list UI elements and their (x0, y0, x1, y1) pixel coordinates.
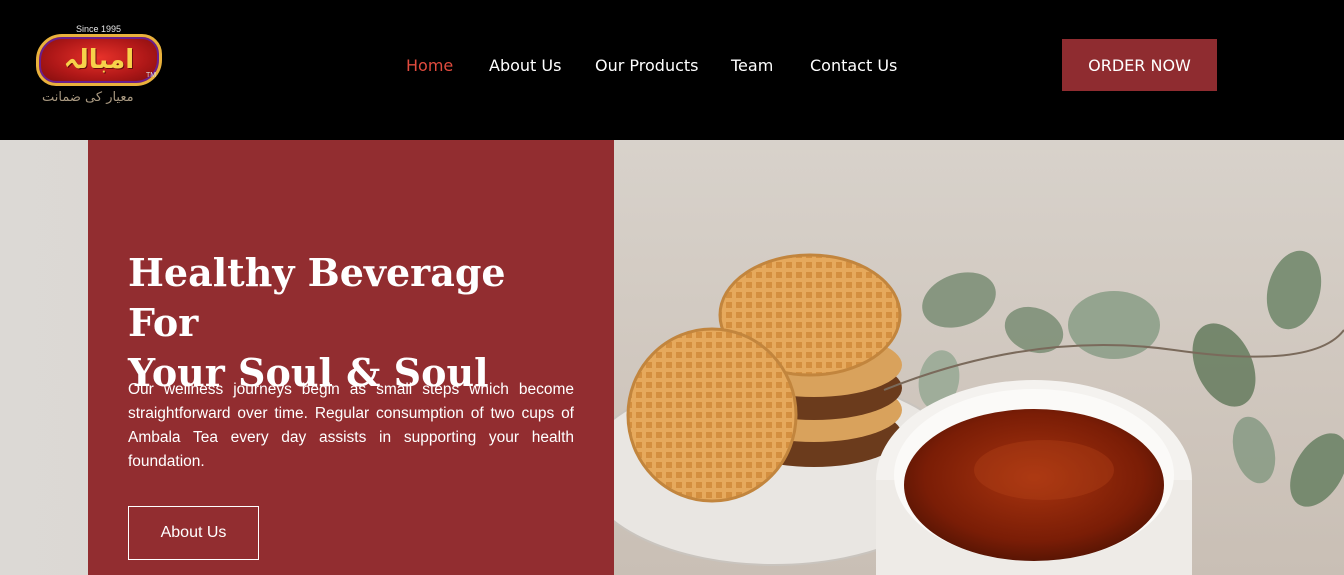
hero-headline-line1: Healthy Beverage For (128, 250, 506, 345)
logo-since-text: Since 1995 (76, 24, 122, 34)
hero-headline: Healthy Beverage For Your Soul & Soul (128, 248, 588, 398)
brand-logo[interactable]: Since 1995 امبالہ TM معیار کی ضمانت (32, 22, 168, 108)
hero-description: Our wellness journeys begin as small ste… (128, 381, 574, 470)
hero-section: Healthy Beverage For Your Soul & Soul Ou… (0, 140, 1344, 575)
hero-content-panel: Healthy Beverage For Your Soul & Soul Ou… (88, 140, 614, 575)
logo-trademark: TM (146, 72, 157, 79)
nav-home[interactable]: Home (406, 56, 453, 75)
logo-badge: امبالہ (36, 34, 162, 86)
site-header: Since 1995 امبالہ TM معیار کی ضمانت Home… (0, 0, 1344, 140)
hero-image-tea-and-waffles (614, 140, 1344, 575)
nav-about-us[interactable]: About Us (489, 56, 561, 75)
logo-tagline: معیار کی ضمانت (42, 90, 134, 105)
nav-our-products[interactable]: Our Products (595, 56, 698, 75)
order-now-button[interactable]: ORDER NOW (1062, 39, 1217, 91)
logo-wordmark: امبالہ (63, 45, 135, 75)
nav-contact-us[interactable]: Contact Us (810, 56, 897, 75)
about-us-button[interactable]: About Us (128, 506, 259, 560)
nav-team[interactable]: Team (731, 56, 773, 75)
hero-illustration (614, 250, 1344, 575)
